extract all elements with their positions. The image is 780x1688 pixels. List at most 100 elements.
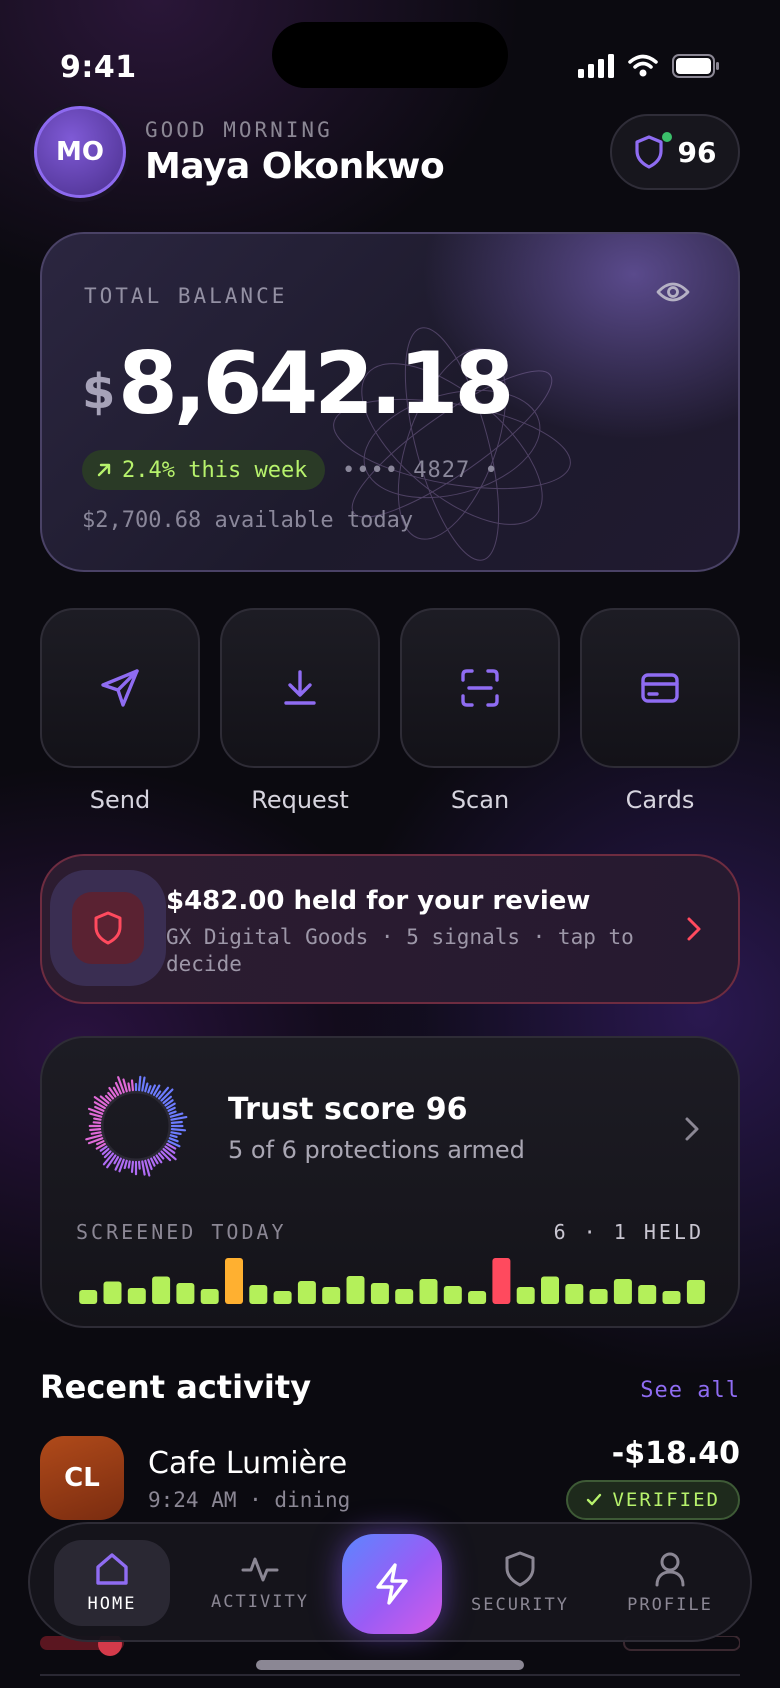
screened-bar-ok <box>589 1289 608 1304</box>
trust-score-badge[interactable]: 96 <box>610 114 740 190</box>
card-icon <box>641 673 679 703</box>
lightning-icon <box>376 1563 408 1605</box>
download-icon <box>284 670 316 705</box>
ring-tick <box>144 1082 149 1093</box>
scan-icon <box>461 669 499 707</box>
shield-icon <box>634 135 663 169</box>
ring-tick <box>137 1075 142 1092</box>
trust-chevron[interactable] <box>684 1116 700 1146</box>
ring-tick <box>170 1131 182 1136</box>
ring-tick <box>170 1120 183 1125</box>
held-payment-alert[interactable]: $482.00 held for your review GX Digital … <box>40 854 740 1004</box>
shield-alert-icon <box>94 911 122 945</box>
visibility-toggle[interactable] <box>656 280 690 308</box>
tab-label: ACTIVITY <box>211 1592 309 1612</box>
ring-tick <box>122 1078 128 1093</box>
ring-tick <box>147 1085 152 1094</box>
action-request[interactable]: Request <box>220 608 380 814</box>
screened-bar-ok <box>322 1287 341 1304</box>
tab-label: PROFILE <box>627 1595 713 1615</box>
arrow-up-right-icon <box>97 463 111 477</box>
tab-label: HOME <box>87 1594 137 1614</box>
merchant-logo: CL <box>40 1436 124 1520</box>
screened-bar-ok <box>443 1286 462 1304</box>
action-label: Request <box>251 786 349 814</box>
screened-label: SCREENED TODAY <box>76 1220 287 1244</box>
action-label: Cards <box>625 786 695 814</box>
screened-bar-ok <box>613 1279 632 1304</box>
recent-activity-title: Recent activity <box>40 1368 312 1406</box>
ring-tick <box>141 1160 146 1176</box>
screened-bar-ok <box>662 1291 681 1304</box>
screened-bar-ok <box>176 1283 195 1304</box>
transaction-amount: -$18.40 <box>611 1436 740 1471</box>
ring-tick <box>92 1121 102 1125</box>
ring-tick <box>137 1160 141 1170</box>
ring-tick <box>90 1131 102 1135</box>
screened-count: 6 · 1 HELD <box>553 1220 704 1244</box>
user-icon <box>655 1552 685 1587</box>
screened-bar-ok <box>346 1276 365 1304</box>
ring-tick <box>127 1160 131 1169</box>
check-icon <box>587 1493 602 1506</box>
balance-card[interactable]: TOTAL BALANCE $ 8,642.18 2.4% this week … <box>40 232 740 572</box>
ring-tick <box>170 1115 188 1121</box>
ring-tick <box>93 1117 102 1121</box>
ring-tick <box>147 1158 153 1171</box>
currency-symbol: $ <box>82 364 116 420</box>
transaction-meta: 9:24 AM · dining <box>148 1488 351 1512</box>
screened-bar-ok <box>565 1284 584 1304</box>
action-scan[interactable]: Scan <box>400 608 560 814</box>
tab-security[interactable]: SECURITY <box>462 1540 578 1626</box>
trust-subtitle: 5 of 6 protections armed <box>228 1136 525 1164</box>
trust-score-value: 96 <box>677 135 717 169</box>
action-send[interactable]: Send <box>40 608 200 814</box>
tab-profile[interactable]: PROFILE <box>612 1540 728 1626</box>
ring-tick <box>157 1152 165 1160</box>
quick-action-button[interactable] <box>342 1534 442 1634</box>
tab-activity[interactable]: ACTIVITY <box>202 1540 318 1626</box>
tab-home[interactable]: HOME <box>54 1540 170 1626</box>
status-icons <box>578 54 720 78</box>
see-all-link[interactable]: See all <box>640 1378 740 1403</box>
screened-bars <box>79 1258 705 1304</box>
ring-tick <box>130 1160 135 1174</box>
action-send-tile[interactable] <box>40 608 200 768</box>
ring-tick <box>123 1159 128 1170</box>
action-request-tile[interactable] <box>220 608 380 768</box>
balance-amount: 8,642.18 <box>118 334 514 434</box>
screened-bar-ok <box>152 1276 171 1304</box>
alert-icon-wrap <box>50 870 166 986</box>
screened-bar-ok <box>516 1287 535 1304</box>
screened-bar-ok <box>419 1279 438 1304</box>
greeting-label: GOOD MORNING <box>145 118 333 142</box>
ring-tick <box>152 1156 159 1165</box>
screened-bar-ok <box>79 1290 98 1304</box>
ring-tick <box>167 1106 176 1112</box>
avatar[interactable]: MO <box>34 106 126 198</box>
screened-bar-ok <box>541 1276 559 1304</box>
ring-track <box>100 1090 172 1162</box>
ring-tick <box>168 1137 179 1143</box>
ring-tick <box>155 1090 162 1098</box>
tab-bar: HOME ACTIVITY SECURITY PROFILE <box>28 1522 752 1642</box>
action-cards-tile[interactable] <box>580 608 740 768</box>
card-number-masked: •••• 4827 • <box>342 458 499 483</box>
status-dot <box>662 132 672 142</box>
action-cards[interactable]: Cards <box>580 608 740 814</box>
balance-label: TOTAL BALANCE <box>84 284 288 308</box>
screened-bar-ok <box>370 1283 389 1304</box>
ring-tick <box>168 1110 177 1115</box>
screened-bar-warn <box>225 1258 243 1304</box>
action-scan-tile[interactable] <box>400 608 560 768</box>
alert-chevron[interactable] <box>686 916 702 946</box>
alert-icon-tile <box>72 892 144 964</box>
screened-bar-ok <box>395 1289 414 1304</box>
home-indicator <box>256 1660 524 1670</box>
trust-score-card[interactable]: Trust score 96 5 of 6 protections armed … <box>40 1036 740 1328</box>
next-transaction-row <box>40 1636 740 1676</box>
status-text: VERIFIED <box>612 1489 720 1511</box>
screened-bar-ok <box>103 1281 122 1304</box>
available-balance: $2,700.68 available today <box>82 508 414 533</box>
screened-bar-held <box>492 1258 511 1304</box>
